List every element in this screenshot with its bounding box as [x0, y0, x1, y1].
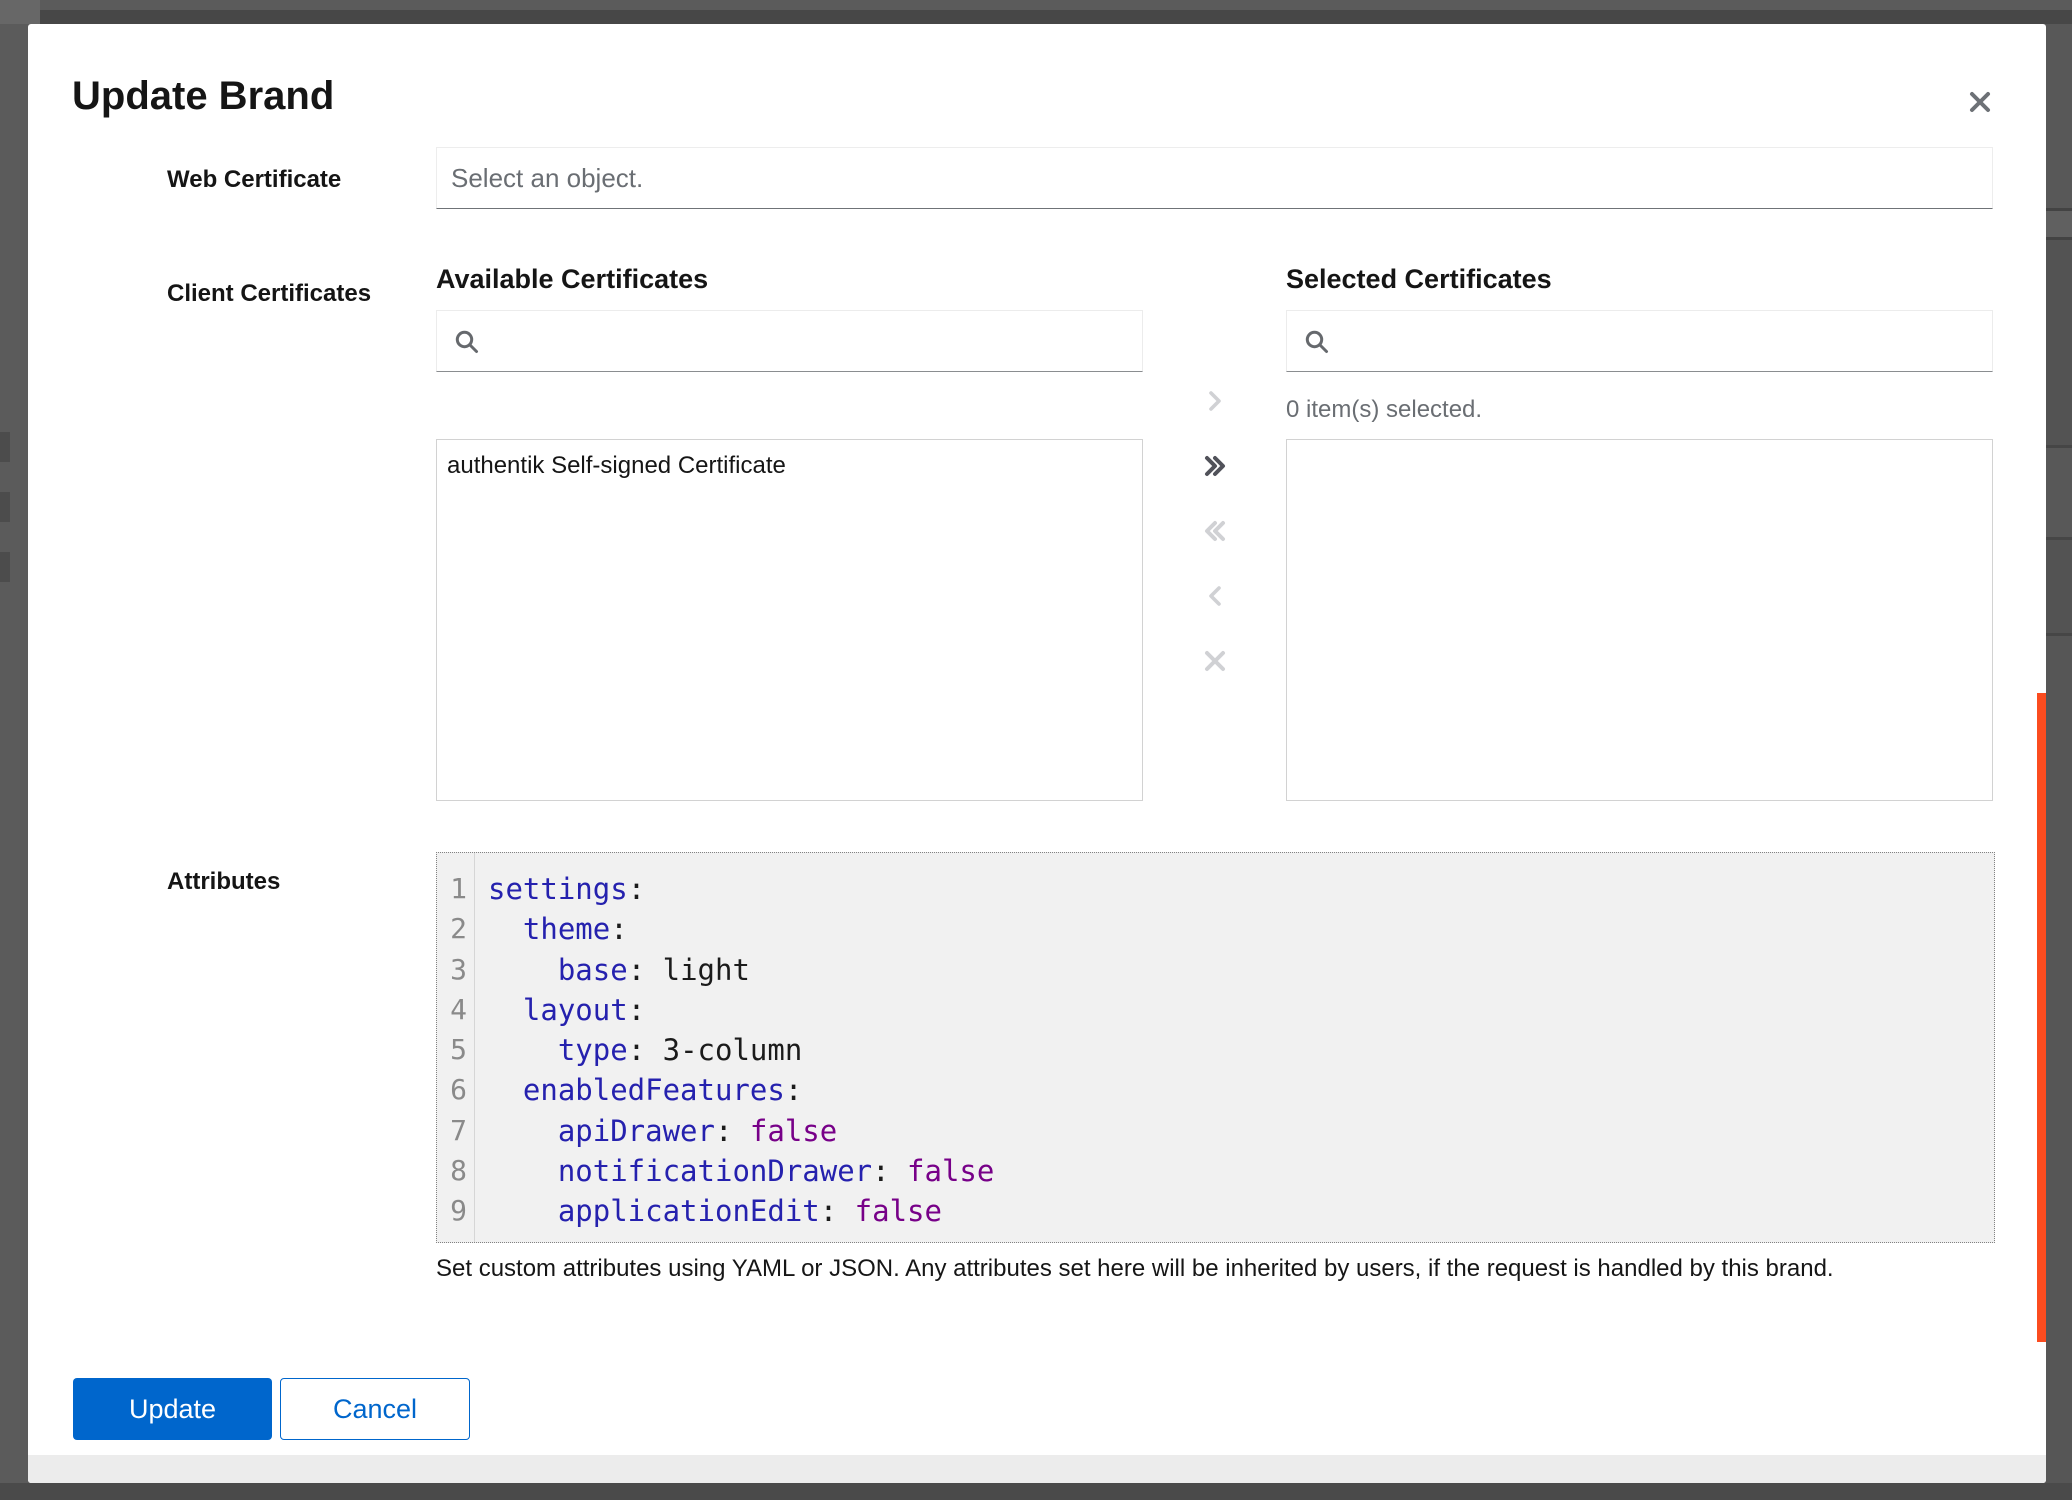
editor-code[interactable]: settings: theme: base: light layout: typ…	[475, 853, 1994, 1242]
code-line: apiDrawer: false	[488, 1111, 1994, 1151]
dual-list-controls	[1195, 381, 1235, 681]
angle-double-left-icon	[1202, 518, 1228, 544]
available-certificates-heading: Available Certificates	[436, 264, 708, 294]
selected-certificates-heading: Selected Certificates	[1286, 264, 1552, 294]
cancel-button-label: Cancel	[333, 1394, 417, 1425]
code-line: applicationEdit: false	[488, 1191, 1994, 1231]
code-line: notificationDrawer: false	[488, 1151, 1994, 1191]
dimmed-page-footer	[0, 1483, 2072, 1500]
attributes-label: Attributes	[167, 868, 280, 896]
angle-double-right-icon	[1202, 453, 1228, 479]
orange-highlight-bar	[2037, 693, 2046, 1342]
code-line: settings:	[488, 869, 1994, 909]
add-selected-button[interactable]	[1195, 381, 1235, 421]
dimmed-page-strip	[2046, 636, 2072, 1483]
code-line: layout:	[488, 990, 1994, 1030]
selected-status: 0 item(s) selected.	[1286, 396, 1482, 424]
editor-gutter: 123456789	[437, 853, 475, 1242]
dimmed-page-strip	[2046, 540, 2072, 633]
update-brand-modal: Update Brand Web Certificate Client Cert…	[28, 24, 2046, 1483]
screen: Update Brand Web Certificate Client Cert…	[0, 0, 2072, 1500]
remove-all-button[interactable]	[1195, 511, 1235, 551]
dimmed-background	[0, 0, 40, 24]
code-line: theme:	[488, 909, 1994, 949]
close-icon	[1965, 87, 1995, 117]
web-certificate-label: Web Certificate	[167, 166, 341, 194]
attributes-editor[interactable]: 123456789 settings: theme: base: light l…	[436, 852, 1995, 1243]
code-line: base: light	[488, 950, 1994, 990]
update-button[interactable]: Update	[73, 1378, 272, 1440]
code-line: type: 3-column	[488, 1030, 1994, 1070]
dimmed-page-strip	[2046, 211, 2072, 237]
times-icon	[1202, 648, 1228, 674]
attributes-help-text: Set custom attributes using YAML or JSON…	[436, 1254, 1996, 1284]
client-certificates-label: Client Certificates	[167, 280, 371, 308]
web-certificate-input[interactable]	[437, 148, 1992, 208]
update-button-label: Update	[129, 1394, 216, 1425]
dimmed-page-header	[40, 10, 2072, 24]
dimmed-sidebar-mark	[0, 492, 10, 522]
available-certificates-list[interactable]: authentik Self-signed Certificate	[436, 439, 1143, 801]
dimmed-sidebar-mark	[0, 552, 10, 582]
search-icon	[1303, 328, 1330, 355]
dimmed-sidebar-mark	[0, 432, 10, 462]
code-line: enabledFeatures:	[488, 1070, 1994, 1110]
modal-title: Update Brand	[72, 74, 334, 118]
dimmed-page-strip	[2046, 240, 2072, 445]
search-icon	[453, 328, 480, 355]
dimmed-page-strip	[2046, 24, 2072, 208]
add-all-button[interactable]	[1195, 446, 1235, 486]
available-search	[436, 310, 1143, 372]
cancel-button[interactable]: Cancel	[280, 1378, 470, 1440]
angle-left-icon	[1202, 583, 1228, 609]
web-certificate-select[interactable]	[436, 147, 1993, 209]
selected-search	[1286, 310, 1993, 372]
dimmed-page-strip	[2046, 448, 2072, 537]
modal-bottom-strip	[28, 1455, 2046, 1483]
selected-certificates-list[interactable]	[1286, 439, 1993, 801]
close-button[interactable]	[1958, 80, 2002, 124]
available-search-input[interactable]	[437, 311, 1142, 371]
clear-button[interactable]	[1195, 641, 1235, 681]
selected-search-input[interactable]	[1287, 311, 1992, 371]
remove-selected-button[interactable]	[1195, 576, 1235, 616]
angle-right-icon	[1202, 388, 1228, 414]
certificate-option[interactable]: authentik Self-signed Certificate	[437, 440, 1142, 492]
